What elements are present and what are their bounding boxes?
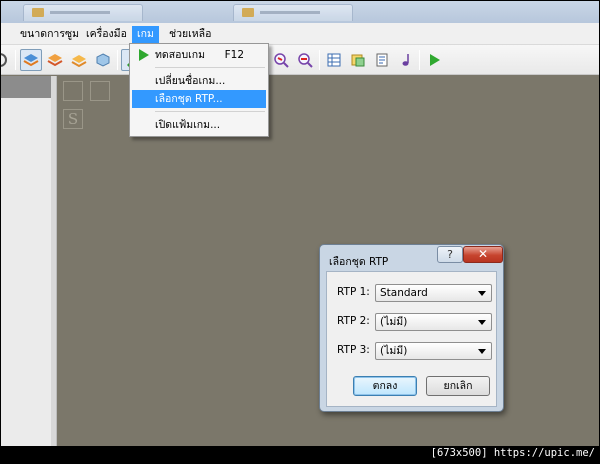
toolbar <box>1 45 599 75</box>
watermark-bar: [673x500] https://upic.me/ <box>1 446 599 463</box>
menubar: ขนาดการซูม เครื่องมือ เกม ช่วยเหลือ <box>1 23 599 45</box>
dialog-title: เลือกชุด RTP <box>329 256 389 268</box>
folder-icon <box>32 8 44 17</box>
menu-item-select-rtp[interactable]: เลือกชุด RTP... <box>132 90 266 108</box>
menu-tools[interactable]: เครื่องมือ <box>81 26 132 43</box>
toolbar-separator <box>117 50 118 70</box>
layer-2-icon[interactable] <box>44 49 66 71</box>
tileset-panel-header <box>1 76 51 98</box>
menu-item-playtest-label: ทดสอบเกม <box>155 49 205 61</box>
rtp3-value: (ไม่มี) <box>380 345 408 357</box>
menu-item-playtest-shortcut: F12 <box>224 49 244 61</box>
close-button[interactable]: ✕ <box>463 246 503 263</box>
menu-overflow <box>1 26 7 43</box>
folder-icon <box>242 8 254 17</box>
rtp3-label: RTP 3: <box>337 344 370 356</box>
toolbar-partial-icon[interactable] <box>1 49 11 71</box>
zoom-in-icon[interactable] <box>270 49 292 71</box>
menu-separator <box>155 111 265 112</box>
menu-item-rename-game[interactable]: เปลี่ยนชื่อเกม... <box>132 72 266 90</box>
menu-help[interactable]: ช่วยเหลือ <box>164 26 216 43</box>
chevron-down-icon <box>478 320 486 325</box>
menu-item-open-game-folder[interactable]: เปิดแฟ้มเกม... <box>132 116 266 134</box>
layer-1-icon[interactable] <box>20 49 42 71</box>
dialog-body: RTP 1: Standard RTP 2: (ไม่มี) RTP 3: (ไ… <box>326 271 497 407</box>
menu-item-select-rtp-label: เลือกชุด RTP... <box>155 93 223 105</box>
window-tab-strip <box>1 1 599 23</box>
rtp2-select[interactable]: (ไม่มี) <box>375 313 492 331</box>
rtp3-select[interactable]: (ไม่มี) <box>375 342 492 360</box>
rtp1-label: RTP 1: <box>337 286 370 298</box>
window-tab[interactable] <box>23 4 143 21</box>
chevron-down-icon <box>478 349 486 354</box>
zoom-out-icon[interactable] <box>294 49 316 71</box>
menu-item-open-folder-label: เปิดแฟ้มเกม... <box>155 119 221 131</box>
map-tile <box>63 81 83 101</box>
map-tile <box>90 81 110 101</box>
rtp-dialog: เลือกชุด RTP ? ✕ RTP 1: Standard RTP 2: … <box>319 244 504 412</box>
rtp1-value: Standard <box>380 287 428 299</box>
menu-zoom[interactable]: ขนาดการซูม <box>15 26 84 43</box>
play-icon <box>139 49 149 61</box>
script-editor-icon[interactable] <box>371 49 393 71</box>
rtp2-label: RTP 2: <box>337 315 370 327</box>
playtest-icon[interactable] <box>423 49 445 71</box>
window-tab[interactable] <box>233 4 353 21</box>
menu-separator <box>155 67 265 68</box>
cancel-button[interactable]: ยกเลิก <box>426 376 490 396</box>
toolbar-separator <box>319 50 320 70</box>
game-menu-dropdown: ทดสอบเกม F12 เปลี่ยนชื่อเกม... เลือกชุด … <box>129 43 269 137</box>
rtp2-value: (ไม่มี) <box>380 316 408 328</box>
rtp1-select[interactable]: Standard <box>375 284 492 302</box>
resource-manager-icon[interactable] <box>347 49 369 71</box>
event-layer-icon[interactable] <box>92 49 114 71</box>
watermark-text: [673x500] https://upic.me/ <box>430 447 595 459</box>
ok-button[interactable]: ตกลง <box>353 376 417 396</box>
database-icon[interactable] <box>323 49 345 71</box>
toolbar-separator <box>419 50 420 70</box>
layer-3-icon[interactable] <box>68 49 90 71</box>
chevron-down-icon <box>478 291 486 296</box>
start-position-tile: S <box>63 109 83 129</box>
menu-item-rename-label: เปลี่ยนชื่อเกม... <box>155 75 226 87</box>
menu-item-playtest[interactable]: ทดสอบเกม F12 <box>132 46 266 64</box>
toolbar-separator <box>15 50 16 70</box>
sound-test-icon[interactable] <box>395 49 417 71</box>
menu-game[interactable]: เกม <box>132 26 159 43</box>
app-window: ขนาดการซูม เครื่องมือ เกม ช่วยเหลือ S ทด… <box>0 0 600 464</box>
tileset-panel[interactable] <box>1 76 51 446</box>
help-button[interactable]: ? <box>437 246 463 263</box>
